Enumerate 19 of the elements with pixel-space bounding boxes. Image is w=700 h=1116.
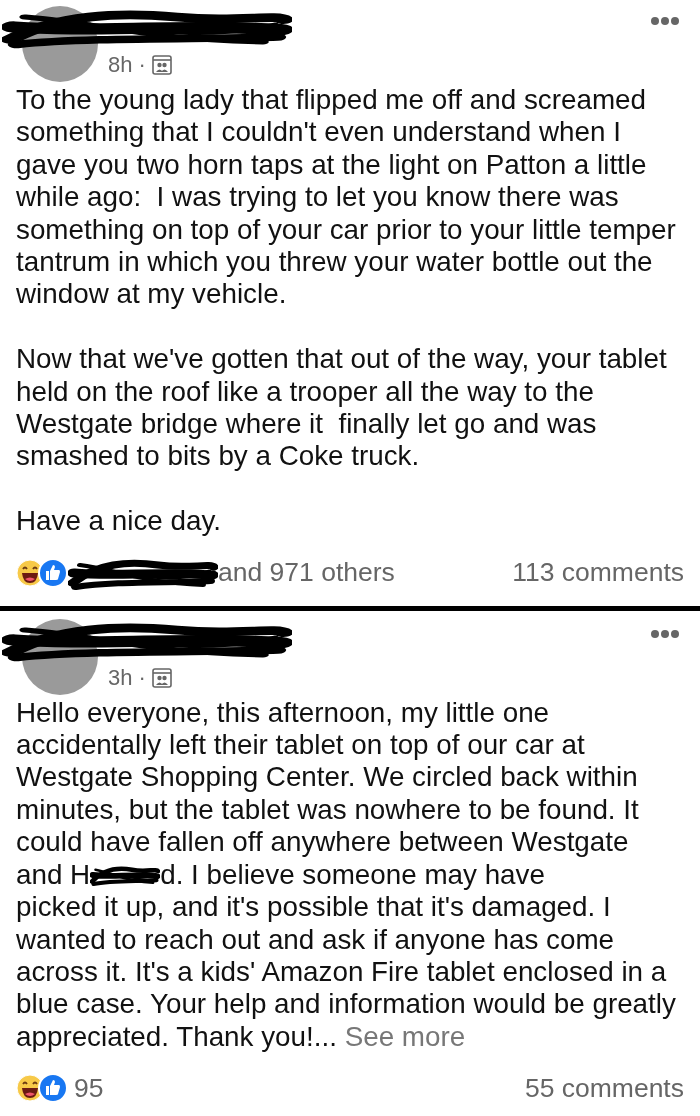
like-icon — [38, 1073, 68, 1104]
comment-count[interactable]: 113 comments — [512, 557, 684, 589]
audience-icon — [151, 55, 172, 75]
reaction-count[interactable]: and 971 others — [218, 557, 395, 589]
like-icon — [38, 557, 68, 588]
post-text: and H — [16, 858, 91, 892]
more-icon[interactable] — [650, 16, 680, 26]
more-icon[interactable] — [650, 628, 680, 639]
post-text: Have a nice day. — [16, 505, 222, 538]
comment-count[interactable]: 55 comments — [524, 1072, 684, 1104]
post-text: To the young lady that flipped me off and screamed something that I couldn't even understand when I gave you two horn taps at the light on Patton a little while ago: I was trying to let you know there was something on top of your car prior to your little temper tantrum in which you threw your water bottle out the window at my vehicle. — [16, 84, 677, 311]
reaction-count[interactable]: 95 — [74, 1072, 104, 1104]
see-more-link[interactable]: See more — [344, 1020, 466, 1052]
audience-icon — [151, 667, 172, 688]
post-text: d. I believe someone may have — [160, 858, 545, 892]
post-text: picked it up, and it's possible that it's damaged. I wanted to reach out and ask if anyone has come across it. It's a kids' Amazon Fire tablet enclosed in a blue case. Your help and information would be greatly appreciated. Thank you!... See more — [16, 891, 677, 1054]
post-text: Now that we've gotten that out of the way, your tablet held on the roof like a trooper all the way to the Westgate bridge where it finally let go and was smashed to bits by a Coke truck. — [16, 343, 668, 473]
post-time: 8h · — [108, 52, 146, 78]
post-time: 3h · — [108, 664, 146, 691]
